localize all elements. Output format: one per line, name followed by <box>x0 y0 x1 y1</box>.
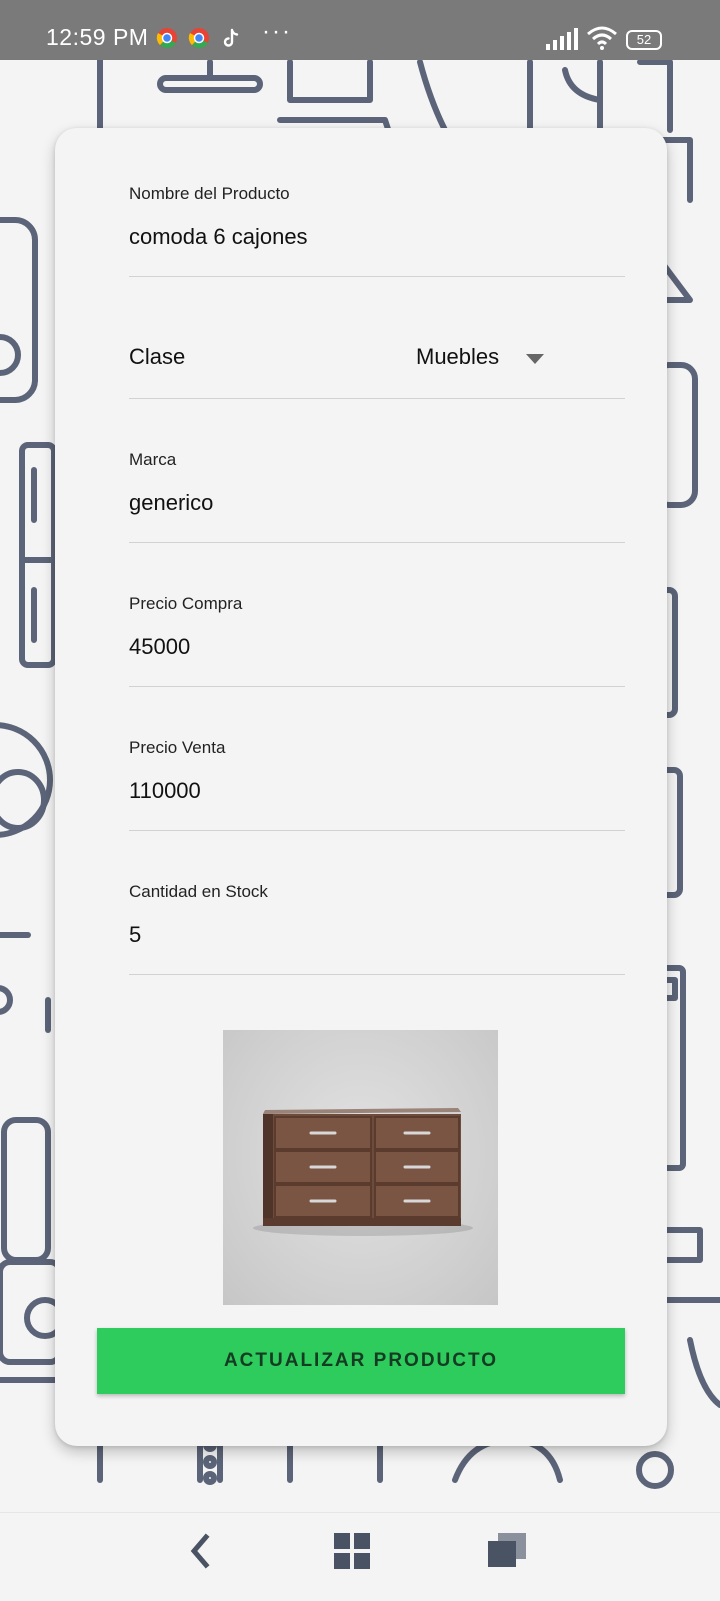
class-row: Clase Muebles <box>129 298 625 399</box>
class-dropdown[interactable]: Muebles <box>129 298 625 398</box>
home-icon[interactable] <box>334 1533 370 1569</box>
brand-input[interactable]: generico <box>129 490 213 516</box>
purchase-price-field[interactable]: Precio Compra 45000 <box>129 586 625 687</box>
class-dropdown-value[interactable]: Muebles <box>416 344 499 370</box>
product-name-input[interactable]: comoda 6 cajones <box>129 224 308 250</box>
brand-label: Marca <box>129 450 177 469</box>
tiktok-icon <box>223 28 239 47</box>
status-time: 12:59 PM <box>46 24 149 50</box>
stock-label: Cantidad en Stock <box>129 882 268 901</box>
edit-product-card: Nombre del Producto comoda 6 cajones Cla… <box>55 128 667 1446</box>
stock-field[interactable]: Cantidad en Stock 5 <box>129 874 625 975</box>
update-product-button[interactable]: ACTUALIZAR PRODUCTO <box>97 1328 625 1394</box>
back-icon[interactable] <box>186 1533 212 1569</box>
chevron-down-icon[interactable] <box>526 354 544 364</box>
product-name-field[interactable]: Nombre del Producto comoda 6 cajones <box>129 176 625 277</box>
sale-price-field[interactable]: Precio Venta 110000 <box>129 730 625 831</box>
sale-price-input[interactable]: 110000 <box>129 778 201 804</box>
navigation-bar <box>0 1512 720 1601</box>
status-bar: 12:59 PM ··· 52 <box>0 0 720 60</box>
dresser-image <box>253 1108 473 1236</box>
wifi-icon <box>587 26 617 50</box>
chrome-icon <box>188 28 209 49</box>
chrome-icon <box>156 28 177 49</box>
more-dots-icon: ··· <box>262 18 292 45</box>
product-image <box>223 1030 498 1305</box>
purchase-price-input[interactable]: 45000 <box>129 634 190 660</box>
brand-field[interactable]: Marca generico <box>129 442 625 543</box>
signal-icon <box>546 28 578 50</box>
battery-level: 52 <box>636 32 652 47</box>
recents-icon[interactable] <box>488 1533 528 1569</box>
stock-input[interactable]: 5 <box>129 922 141 948</box>
product-name-label: Nombre del Producto <box>129 184 290 203</box>
sale-price-label: Precio Venta <box>129 738 226 757</box>
purchase-price-label: Precio Compra <box>129 594 243 613</box>
battery-icon: 52 <box>626 30 662 50</box>
